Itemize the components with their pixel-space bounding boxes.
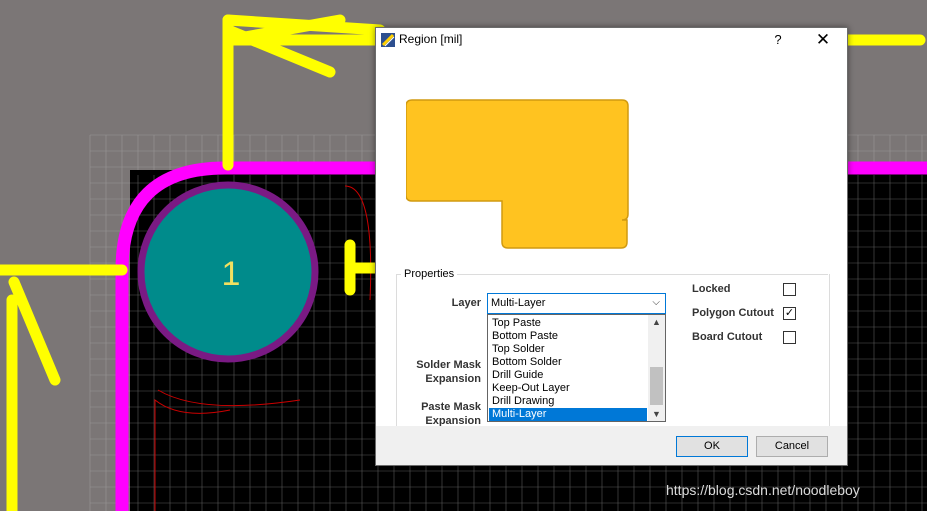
polygon-cutout-checkbox[interactable]: ✓ <box>783 307 796 320</box>
dialog-title: Region [mil] <box>399 32 463 46</box>
layer-option[interactable]: Bottom Solder <box>489 356 647 369</box>
title-bar[interactable]: Region [mil] ? ✕ <box>376 28 847 52</box>
solder-mask-label-1: Solder Mask <box>416 359 481 371</box>
scroll-down-icon[interactable]: ▼ <box>648 407 665 421</box>
layer-option[interactable]: Drill Guide <box>489 369 647 382</box>
cancel-button[interactable]: Cancel <box>756 436 828 457</box>
layer-label: Layer <box>451 297 481 309</box>
layer-option[interactable]: Top Paste <box>489 317 647 330</box>
dropdown-scrollbar[interactable]: ▲ ▼ <box>648 315 665 421</box>
help-button[interactable]: ? <box>761 28 795 52</box>
locked-checkbox[interactable] <box>783 283 796 296</box>
board-cutout-label: Board Cutout <box>692 331 763 343</box>
region-preview <box>406 99 629 249</box>
scroll-up-icon[interactable]: ▲ <box>648 315 665 329</box>
board-cutout-checkbox[interactable] <box>783 331 796 344</box>
close-button[interactable]: ✕ <box>806 28 840 52</box>
properties-group-label: Properties <box>401 268 458 280</box>
layer-select-value: Multi-Layer <box>491 297 546 309</box>
polygon-cutout-label: Polygon Cutout <box>692 307 774 319</box>
ok-button[interactable]: OK <box>676 436 748 457</box>
layer-dropdown-list[interactable]: Top Paste Bottom Paste Top Solder Bottom… <box>487 314 666 422</box>
chevron-down-icon[interactable]: ⌵ <box>652 297 660 308</box>
locked-label: Locked <box>692 283 731 295</box>
solder-mask-label-2: Expansion <box>425 373 481 385</box>
region-dialog: Region [mil] ? ✕ Properties Layer Multi-… <box>375 27 848 466</box>
layer-option[interactable]: Bottom Paste <box>489 330 647 343</box>
layer-option[interactable]: Drill Drawing <box>489 395 647 408</box>
scroll-thumb[interactable] <box>650 367 663 405</box>
layer-option[interactable]: Top Solder <box>489 343 647 356</box>
pcb-region-icon <box>381 33 395 47</box>
layer-option-selected[interactable]: Multi-Layer <box>489 408 647 421</box>
pad-number: 1 <box>222 255 241 293</box>
dialog-body: Properties Layer Multi-Layer ⌵ Top Paste… <box>376 52 847 465</box>
layer-option[interactable]: Keep-Out Layer <box>489 382 647 395</box>
layer-select[interactable]: Multi-Layer ⌵ <box>487 293 666 314</box>
watermark: https://blog.csdn.net/noodleboy <box>666 482 860 498</box>
paste-mask-label-1: Paste Mask <box>421 401 481 413</box>
